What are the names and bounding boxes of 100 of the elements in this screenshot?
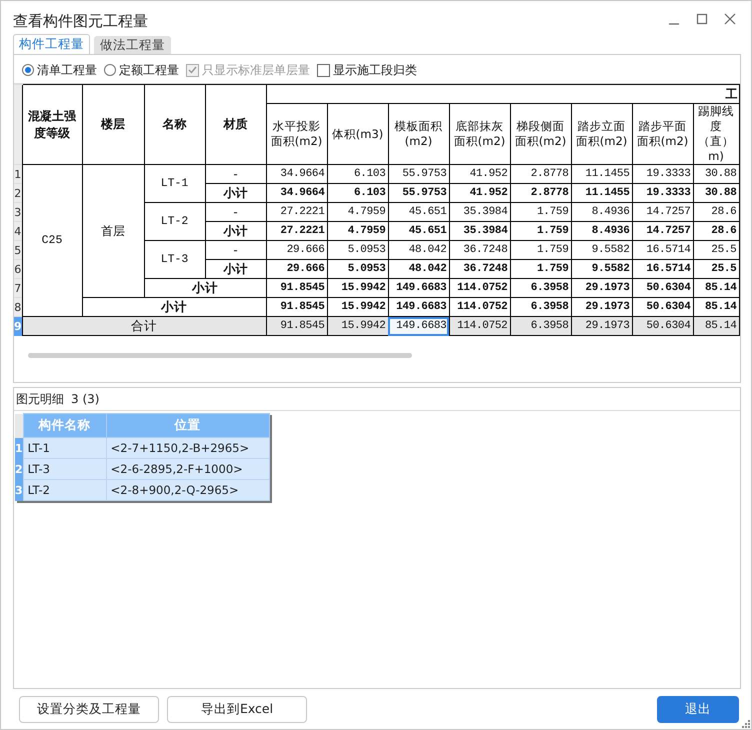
table-cell: LT-3 <box>23 458 106 480</box>
table-cell: 9.5582 <box>571 260 632 279</box>
table-cell: 36.7248 <box>449 240 510 260</box>
table-cell: 15.9942 <box>327 278 388 298</box>
option-label: 只显示标准层单层量 <box>202 62 310 79</box>
table-cell: 8.4936 <box>571 202 632 222</box>
table-cell: 29.1973 <box>571 316 632 336</box>
table-cell: 11.1455 <box>571 184 632 203</box>
column-header: 构件名称 <box>23 414 106 438</box>
table-cell: 8.4936 <box>571 222 632 241</box>
table-cell: 36.7248 <box>449 260 510 279</box>
table-cell: 5.0953 <box>327 240 388 260</box>
table-cell: 合计 <box>22 316 266 336</box>
table-cell: 25.5 <box>693 240 739 260</box>
table-cell: 6.103 <box>327 164 388 184</box>
row-number[interactable]: 7 <box>14 278 22 298</box>
table-cell: 4.7959 <box>327 222 388 241</box>
table-cell: 19.3333 <box>632 184 693 203</box>
table-cell: 小计 <box>82 298 266 317</box>
option-label: 定额工程量 <box>119 62 179 79</box>
table-cell: 25.5 <box>693 260 739 279</box>
table-cell: 149.6683 <box>388 278 449 298</box>
table-cell: 35.3984 <box>449 222 510 241</box>
table-cell: 15.9942 <box>327 316 388 336</box>
radio-button[interactable] <box>104 64 116 76</box>
action-button[interactable]: 设置分类及工程量 <box>19 696 159 723</box>
table-cell: 41.952 <box>449 164 510 184</box>
row-number[interactable]: 2 <box>14 184 22 203</box>
table-cell: 34.9664 <box>266 164 327 184</box>
table-cell: 85.14 <box>693 298 739 317</box>
table-cell: 2.8778 <box>510 184 571 203</box>
table-cell: 4.7959 <box>327 202 388 222</box>
radio-button[interactable] <box>22 64 34 76</box>
table-cell: C25 <box>22 164 82 317</box>
table-cell: 29.1973 <box>571 298 632 317</box>
table-cell: 29.666 <box>266 240 327 260</box>
table-cell: <2-7+1150,2-B+2965> <box>106 438 270 459</box>
table-cell: 30.88 <box>693 184 739 203</box>
table-cell: 6.3958 <box>510 298 571 317</box>
row-number[interactable]: 1 <box>14 164 22 184</box>
tab[interactable]: 做法工程量 <box>94 36 171 54</box>
window-title: 查看构件图元工程量 <box>13 12 148 31</box>
table-cell: 5.0953 <box>327 260 388 279</box>
table-cell: 50.6304 <box>632 298 693 317</box>
column-header: 工 <box>266 84 739 104</box>
table-cell: 35.3984 <box>449 202 510 222</box>
tab[interactable]: 构件工程量 <box>13 34 90 54</box>
table-cell: 首层 <box>82 164 144 298</box>
table-cell: LT-2 <box>144 202 205 241</box>
checkbox[interactable] <box>317 64 330 77</box>
table-cell: 91.8545 <box>266 278 327 298</box>
table-cell: 50.6304 <box>632 278 693 298</box>
table-cell: 45.651 <box>388 202 449 222</box>
count-label: 3 (3) <box>71 392 100 406</box>
option-label: 清单工程量 <box>37 62 97 79</box>
table-cell: 114.0752 <box>449 298 510 317</box>
table-cell: 6.103 <box>327 184 388 203</box>
table-cell: 91.8545 <box>266 298 327 317</box>
table-cell: 1.759 <box>510 222 571 241</box>
table-cell: 1.759 <box>510 260 571 279</box>
table-cell: 11.1455 <box>571 164 632 184</box>
table-cell: 50.6304 <box>632 316 693 336</box>
table-cell: 48.042 <box>388 240 449 260</box>
table-cell: 149.6683 <box>388 316 449 336</box>
table-cell: 小计 <box>205 222 266 241</box>
table-cell: 48.042 <box>388 260 449 279</box>
table-cell: 28.6 <box>693 202 739 222</box>
table-cell: - <box>205 202 266 222</box>
table-cell: 27.2221 <box>266 202 327 222</box>
table-cell: 149.6683 <box>388 298 449 317</box>
table-cell: 14.7257 <box>632 222 693 241</box>
table-cell: 1.759 <box>510 202 571 222</box>
table-cell: 91.8545 <box>266 316 327 336</box>
row-number[interactable]: 5 <box>14 240 22 260</box>
table-cell: - <box>205 240 266 260</box>
table-cell: 114.0752 <box>449 278 510 298</box>
row-number[interactable]: 6 <box>14 260 22 279</box>
resize-grip-icon[interactable] <box>742 720 750 728</box>
table-cell: 2.8778 <box>510 164 571 184</box>
table-cell: LT-3 <box>144 240 205 279</box>
row-number[interactable]: 4 <box>14 222 22 241</box>
scrollbar-thumb[interactable] <box>28 353 412 358</box>
table-cell: 6.3958 <box>510 278 571 298</box>
option-label: 显示施工段归类 <box>333 62 417 79</box>
table-cell: 55.9753 <box>388 184 449 203</box>
row-number[interactable]: 3 <box>14 202 22 222</box>
row-number[interactable]: 8 <box>14 298 22 317</box>
table-cell: 28.6 <box>693 222 739 241</box>
table-cell: 9.5582 <box>571 240 632 260</box>
table-cell: 85.14 <box>693 278 739 298</box>
table-cell: 1.759 <box>510 240 571 260</box>
table-cell: 16.5714 <box>632 260 693 279</box>
table-cell: 30.88 <box>693 164 739 184</box>
exit-button[interactable]: 退出 <box>657 696 739 723</box>
action-button[interactable]: 导出到Excel <box>167 696 307 723</box>
table-cell: 27.2221 <box>266 222 327 241</box>
column-header: 混凝土强度等级 <box>22 84 82 165</box>
table-cell: LT-1 <box>144 164 205 203</box>
section-title: 图元明细 <box>16 390 64 408</box>
column-header: 位置 <box>106 414 270 438</box>
